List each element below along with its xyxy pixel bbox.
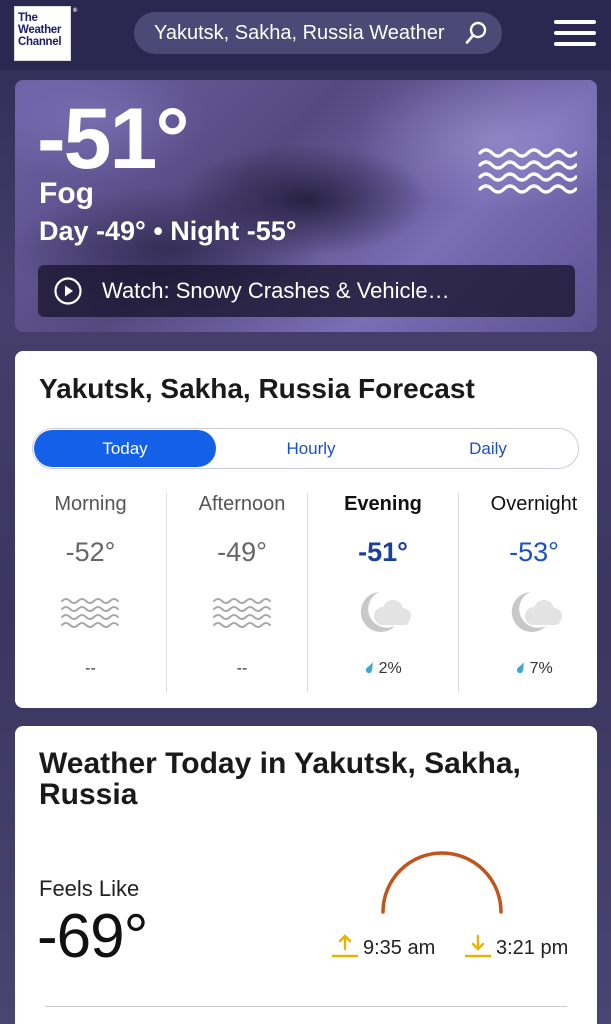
day-night-temps: Day -49° • Night -55° [39, 216, 297, 246]
forecast-card: Yakutsk, Sakha, Russia Forecast Today Ho… [15, 351, 597, 708]
feels-like-label: Feels Like [39, 876, 140, 901]
period-name: Overnight [490, 493, 578, 515]
precip-chance: -- [236, 660, 248, 677]
tab-hourly[interactable]: Hourly [226, 429, 396, 468]
weather-today-title: Weather Today in Yakutsk, Sakha, Russia [39, 747, 521, 811]
fog-icon [213, 598, 271, 628]
period-morning[interactable]: Morning -52° -- [15, 493, 166, 693]
play-icon [54, 277, 82, 305]
search-icon[interactable] [464, 21, 488, 45]
period-temp: -52° [65, 537, 116, 567]
period-overnight[interactable]: Overnight -53° 7% [458, 493, 609, 693]
precip-chance: -- [85, 660, 96, 677]
sunset-time: 3:21 pm [496, 937, 569, 959]
sunrise-icon [332, 934, 358, 958]
watch-video-link[interactable]: Watch: Snowy Crashes & Vehicle… [38, 265, 575, 317]
search-bar[interactable]: Yakutsk, Sakha, Russia Weather [134, 12, 502, 54]
precip-value: 7% [529, 660, 553, 677]
precip-chance: 2% [308, 660, 458, 678]
feels-like-value: -69° [37, 902, 148, 971]
precip-value: 2% [378, 660, 402, 677]
forecast-title: Yakutsk, Sakha, Russia Forecast [39, 373, 475, 404]
fog-icon [61, 598, 119, 628]
period-temp: -49° [217, 537, 267, 567]
weather-channel-logo[interactable]: The Weather Channel ® [14, 6, 77, 61]
sunset-icon [465, 934, 491, 958]
fog-icon [478, 148, 577, 194]
raindrop-icon [366, 662, 374, 674]
divider [45, 1006, 567, 1007]
forecast-tabs: Today Hourly Daily [32, 428, 579, 469]
period-name: Morning [54, 493, 127, 515]
period-evening[interactable]: Evening -51° 2% [307, 493, 458, 693]
sunrise-sunset: 9:35 am 3:21 pm [331, 932, 581, 966]
sunrise: 9:35 am [331, 932, 435, 960]
period-name: Evening [344, 493, 422, 515]
tab-today[interactable]: Today [34, 430, 216, 467]
raindrop-icon [517, 662, 525, 674]
search-text: Yakutsk, Sakha, Russia Weather [154, 22, 445, 44]
weather-today-card: Weather Today in Yakutsk, Sakha, Russia … [15, 726, 597, 1024]
watch-video-label: Watch: Snowy Crashes & Vehicle… [102, 278, 450, 303]
sunset: 3:21 pm [464, 932, 568, 960]
registered-mark: ® [72, 8, 77, 14]
sun-arc-icon [381, 851, 503, 914]
period-temp: -53° [509, 537, 559, 567]
hamburger-menu-icon[interactable] [554, 20, 596, 46]
period-temp: -51° [358, 537, 408, 567]
period-afternoon[interactable]: Afternoon -49° -- [166, 493, 317, 693]
current-conditions-hero: -51° Fog Day -49° • Night -55° Watch: Sn… [15, 80, 597, 332]
logo-text: The Weather Channel [18, 12, 62, 48]
precip-chance: 7% [459, 660, 609, 678]
top-bar: The Weather Channel ® Yakutsk, Sakha, Ru… [0, 0, 611, 70]
sunrise-time: 9:35 am [363, 937, 436, 959]
current-temperature: -51° [37, 91, 190, 187]
period-name: Afternoon [198, 493, 286, 515]
cloudy-night-icon [360, 592, 411, 632]
current-condition: Fog [39, 177, 94, 210]
cloudy-night-icon [511, 592, 562, 632]
tab-daily[interactable]: Daily [403, 429, 573, 468]
